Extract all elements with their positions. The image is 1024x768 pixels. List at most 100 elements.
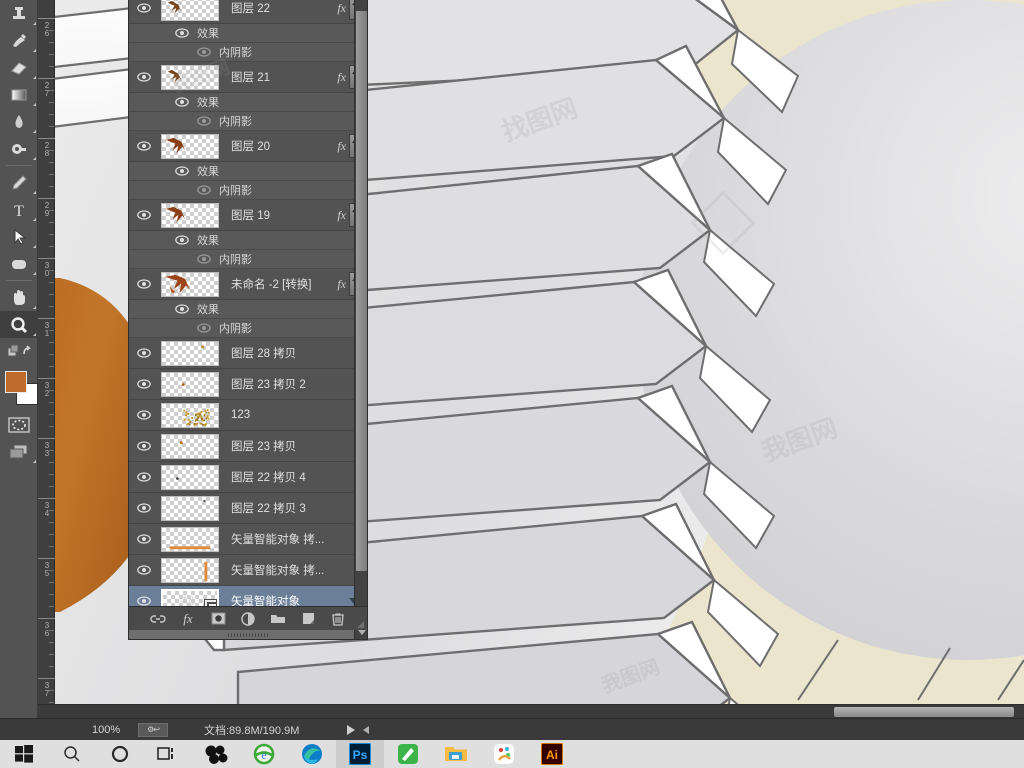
- layer-thumbnail[interactable]: [161, 372, 219, 397]
- layers-scrollbar-thumb[interactable]: [356, 11, 367, 571]
- layer-thumbnail[interactable]: [161, 134, 219, 159]
- layer-thumbnail[interactable]: [161, 403, 219, 428]
- foreground-color-swatch[interactable]: [5, 371, 27, 393]
- layer-effects-badge[interactable]: fx: [337, 277, 349, 292]
- task-view-icon[interactable]: [144, 740, 192, 768]
- layers-list[interactable]: 图层 22 fx 效果 内阴影 图层 21 fx 效果 内阴影 图层 20 fx 效果 内阴影 图层 1…: [129, 0, 367, 606]
- new-group-button[interactable]: [270, 611, 286, 627]
- layer-row[interactable]: 123: [129, 400, 367, 431]
- illustrator-icon[interactable]: Ai: [528, 740, 576, 768]
- canvas-horizontal-scrollbar[interactable]: [38, 704, 1024, 718]
- layer-effect-row[interactable]: 内阴影: [129, 250, 367, 269]
- colorful-app-icon[interactable]: [480, 740, 528, 768]
- dodge-tool[interactable]: [0, 135, 38, 162]
- layer-row[interactable]: 图层 22 fx: [129, 0, 367, 24]
- chevron-down-icon[interactable]: [358, 630, 366, 635]
- type-tool[interactable]: T: [0, 196, 38, 223]
- layer-thumbnail[interactable]: [161, 558, 219, 583]
- eye-icon[interactable]: [129, 338, 159, 369]
- layer-thumbnail[interactable]: [161, 65, 219, 90]
- eye-icon[interactable]: [129, 400, 159, 431]
- layer-thumbnail[interactable]: [161, 589, 219, 607]
- play-icon[interactable]: [347, 725, 355, 735]
- layer-row[interactable]: 图层 23 拷贝: [129, 431, 367, 462]
- file-explorer-icon[interactable]: [432, 740, 480, 768]
- layers-panel[interactable]: 图层 22 fx 效果 内阴影 图层 21 fx 效果 内阴影 图层 20 fx 效果 内阴影 图层 1…: [128, 0, 368, 640]
- green-app-icon[interactable]: [384, 740, 432, 768]
- eye-icon[interactable]: [129, 62, 159, 93]
- layer-effects-badge[interactable]: fx: [337, 70, 349, 85]
- cortana-icon[interactable]: [96, 740, 144, 768]
- layer-thumbnail[interactable]: [161, 341, 219, 366]
- eye-icon[interactable]: [129, 462, 159, 493]
- layer-effects-badge[interactable]: fx: [337, 1, 349, 16]
- layer-row[interactable]: 矢量智能对象 拷...: [129, 524, 367, 555]
- layer-effect-row[interactable]: 内阴影: [129, 181, 367, 200]
- panel-drag-grip[interactable]: [129, 630, 367, 639]
- link-layers-button[interactable]: [150, 611, 166, 627]
- layer-thumbnail[interactable]: [161, 203, 219, 228]
- eye-icon[interactable]: [129, 524, 159, 555]
- path-selection-tool[interactable]: [0, 223, 38, 250]
- layer-row[interactable]: 未命名 -2 [转换] fx: [129, 269, 367, 300]
- screen-mode-button[interactable]: [0, 438, 38, 465]
- layers-panel-footer[interactable]: fx: [129, 606, 367, 630]
- layer-effects-badge[interactable]: fx: [337, 208, 349, 223]
- eye-icon[interactable]: [129, 493, 159, 524]
- windows-taskbar[interactable]: e Ps Ai: [0, 740, 1024, 768]
- layer-effect-row[interactable]: 内阴影: [129, 319, 367, 338]
- layer-effects-badge[interactable]: fx: [337, 139, 349, 154]
- layer-row[interactable]: 图层 21 fx: [129, 62, 367, 93]
- layer-style-button[interactable]: fx: [180, 611, 196, 627]
- layer-row[interactable]: 矢量智能对象: [129, 586, 367, 606]
- new-layer-button[interactable]: [300, 611, 316, 627]
- internet-explorer-icon[interactable]: e: [240, 740, 288, 768]
- gradient-tool[interactable]: [0, 81, 38, 108]
- layer-row[interactable]: 图层 28 拷贝: [129, 338, 367, 369]
- layer-row[interactable]: 图层 22 拷贝 4: [129, 462, 367, 493]
- layers-scrollbar[interactable]: [354, 0, 367, 639]
- hand-tool[interactable]: [0, 284, 38, 311]
- quick-mask-button[interactable]: [0, 411, 38, 438]
- layer-row[interactable]: 图层 23 拷贝 2: [129, 369, 367, 400]
- delete-layer-button[interactable]: [330, 611, 346, 627]
- layer-row[interactable]: 图层 19 fx: [129, 200, 367, 231]
- eye-icon[interactable]: [129, 269, 159, 300]
- layer-thumbnail[interactable]: [161, 527, 219, 552]
- shape-tool[interactable]: [0, 250, 38, 277]
- clone-stamp-tool[interactable]: [0, 0, 38, 27]
- panel-resize-grip[interactable]: [357, 621, 364, 628]
- layer-effect-row[interactable]: 内阴影: [129, 112, 367, 131]
- tools-panel[interactable]: T: [0, 0, 38, 718]
- layer-thumbnail[interactable]: [161, 272, 219, 297]
- app-icon-dark[interactable]: [192, 740, 240, 768]
- layer-thumbnail[interactable]: [161, 434, 219, 459]
- layer-thumbnail[interactable]: [161, 0, 219, 21]
- edit-toolbar-button[interactable]: [0, 338, 38, 365]
- eye-icon[interactable]: [129, 586, 159, 607]
- eraser-tool[interactable]: [0, 54, 38, 81]
- photoshop-icon[interactable]: Ps: [336, 740, 384, 768]
- chevron-left-icon[interactable]: [363, 726, 369, 734]
- eye-icon[interactable]: [129, 369, 159, 400]
- canvas-hscroll-thumb[interactable]: [834, 707, 1014, 717]
- color-swatches[interactable]: [0, 369, 38, 411]
- layer-row[interactable]: 图层 22 拷贝 3: [129, 493, 367, 524]
- eye-icon[interactable]: [129, 131, 159, 162]
- layer-thumbnail[interactable]: [161, 496, 219, 521]
- eye-icon[interactable]: [129, 555, 159, 586]
- adjustment-layer-button[interactable]: [240, 611, 256, 627]
- microsoft-edge-icon[interactable]: [288, 740, 336, 768]
- blur-tool[interactable]: [0, 108, 38, 135]
- zoom-level-field[interactable]: 100%: [92, 724, 132, 736]
- layer-row[interactable]: 图层 20 fx: [129, 131, 367, 162]
- layer-thumbnail[interactable]: [161, 465, 219, 490]
- layer-effect-row[interactable]: 内阴影: [129, 43, 367, 62]
- eye-icon[interactable]: [129, 0, 159, 24]
- layer-mask-button[interactable]: [210, 611, 226, 627]
- zoom-tool[interactable]: [0, 311, 38, 338]
- eye-icon[interactable]: [129, 431, 159, 462]
- layer-row[interactable]: 矢量智能对象 拷...: [129, 555, 367, 586]
- start-button[interactable]: [0, 740, 48, 768]
- search-icon[interactable]: [48, 740, 96, 768]
